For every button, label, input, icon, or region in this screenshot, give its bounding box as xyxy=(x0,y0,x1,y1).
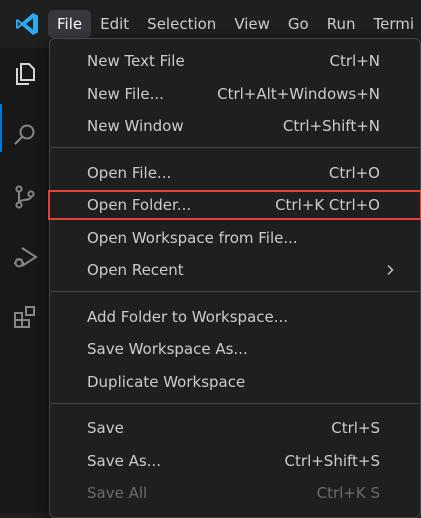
menu-item-add-folder-to-workspace[interactable]: Add Folder to Workspace... xyxy=(50,302,420,332)
menu-file[interactable]: File xyxy=(48,10,91,38)
menu-terminal[interactable]: Termi xyxy=(365,10,421,38)
search-icon[interactable] xyxy=(12,122,38,148)
menu-item-shortcut: Ctrl+N xyxy=(330,52,380,70)
menu-item-shortcut: Ctrl+S xyxy=(331,419,380,437)
menu-item-label: New Window xyxy=(87,117,184,135)
menu-item-shortcut: Ctrl+Shift+N xyxy=(283,117,380,135)
vscode-logo-icon[interactable] xyxy=(14,11,40,37)
menu-item-shortcut: Ctrl+Alt+Windows+N xyxy=(217,85,380,103)
menu-item-label: Open Recent xyxy=(87,261,184,279)
menu-item-new-window[interactable]: New Window Ctrl+Shift+N xyxy=(50,111,420,141)
extensions-icon[interactable] xyxy=(12,304,38,330)
menu-item-save-workspace-as[interactable]: Save Workspace As... xyxy=(50,334,420,364)
menu-item-label: Save Workspace As... xyxy=(87,340,248,358)
menu-view[interactable]: View xyxy=(225,10,279,38)
menu-item-open-workspace-from-file[interactable]: Open Workspace from File... xyxy=(50,223,420,253)
menu-separator xyxy=(51,403,419,404)
menu-item-shortcut: Ctrl+Shift+S xyxy=(285,452,380,470)
file-menu-dropdown: New Text File Ctrl+N New File... Ctrl+Al… xyxy=(49,38,421,518)
menu-item-save-all: Save All Ctrl+K S xyxy=(50,478,420,508)
menu-selection[interactable]: Selection xyxy=(138,10,225,38)
menu-edit[interactable]: Edit xyxy=(91,10,138,38)
menu-item-open-recent[interactable]: Open Recent xyxy=(50,255,420,285)
menu-item-label: Open Folder... xyxy=(87,196,191,214)
source-control-icon[interactable] xyxy=(12,184,38,210)
menu-item-new-file[interactable]: New File... Ctrl+Alt+Windows+N xyxy=(50,79,420,109)
menu-item-label: Add Folder to Workspace... xyxy=(87,308,288,326)
menu-item-label: Duplicate Workspace xyxy=(87,373,245,391)
chevron-right-icon xyxy=(384,264,396,276)
menu-item-open-folder[interactable]: Open Folder... Ctrl+K Ctrl+O xyxy=(48,190,421,220)
menu-item-label: Save xyxy=(87,419,124,437)
menu-item-label: Save As... xyxy=(87,452,161,470)
menu-separator xyxy=(51,291,419,292)
menu-separator xyxy=(51,147,419,148)
menu-bar: File Edit Selection View Go Run Termi xyxy=(48,10,421,38)
menu-item-label: Save All xyxy=(87,484,147,502)
menu-item-label: New File... xyxy=(87,85,164,103)
menu-item-shortcut: Ctrl+K S xyxy=(317,484,380,502)
menu-item-label: Open Workspace from File... xyxy=(87,229,298,247)
menu-go[interactable]: Go xyxy=(279,10,318,38)
active-view-indicator xyxy=(0,104,2,152)
menu-item-new-text-file[interactable]: New Text File Ctrl+N xyxy=(50,46,420,76)
menu-item-label: Open File... xyxy=(87,164,171,182)
menu-item-save[interactable]: Save Ctrl+S xyxy=(50,413,420,443)
menu-item-shortcut: Ctrl+K Ctrl+O xyxy=(275,196,380,214)
activity-bar xyxy=(0,48,50,513)
menu-item-shortcut: Ctrl+O xyxy=(329,164,380,182)
menu-item-label: New Text File xyxy=(87,52,185,70)
run-debug-icon[interactable] xyxy=(12,245,38,271)
menu-item-open-file[interactable]: Open File... Ctrl+O xyxy=(50,158,420,188)
explorer-icon[interactable] xyxy=(12,61,38,87)
menu-item-save-as[interactable]: Save As... Ctrl+Shift+S xyxy=(50,446,420,476)
menu-run[interactable]: Run xyxy=(318,10,365,38)
menu-item-duplicate-workspace[interactable]: Duplicate Workspace xyxy=(50,367,420,397)
